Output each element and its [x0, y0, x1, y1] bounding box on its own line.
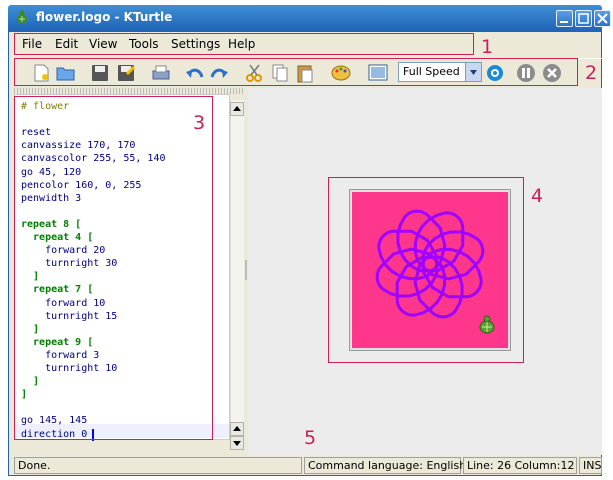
arrow-down-icon [233, 441, 241, 446]
close-button[interactable] [594, 10, 611, 27]
close-icon [597, 13, 608, 24]
window-title: flower.logo - KTurtle [36, 10, 173, 24]
status-mode: INS [579, 457, 602, 474]
scroll-down-button[interactable] [230, 436, 244, 450]
annotation-label-3: 3 [193, 112, 206, 134]
annotation-label-5: 5 [304, 427, 317, 449]
annotation-box-canvas [328, 177, 524, 363]
title-bar: flower.logo - KTurtle [8, 5, 611, 32]
maximize-button[interactable] [575, 10, 592, 27]
annotation-box-menubar [14, 33, 474, 55]
maximize-icon [578, 13, 589, 24]
status-language: Command language: English [304, 457, 466, 474]
minimize-icon [560, 21, 568, 23]
arrow-up-icon [233, 426, 241, 431]
annotation-box-editor [14, 96, 213, 440]
arrow-up-icon [233, 106, 241, 111]
annotation-label-1: 1 [481, 36, 494, 58]
status-position: Line: 26 Column:12 [463, 457, 577, 474]
status-message: Done. [14, 457, 302, 474]
scroll-up-button[interactable] [230, 102, 244, 116]
annotation-box-toolbar [14, 58, 578, 86]
annotation-label-2: 2 [585, 62, 598, 84]
turtle-app-icon [17, 10, 27, 24]
status-bar: Done. Command language: English Line: 26… [14, 457, 602, 475]
scroll-up-button-bottom[interactable] [230, 422, 244, 436]
minimize-button[interactable] [556, 10, 573, 27]
annotation-label-4: 4 [531, 185, 544, 207]
editor-scrollbar[interactable] [230, 100, 244, 445]
